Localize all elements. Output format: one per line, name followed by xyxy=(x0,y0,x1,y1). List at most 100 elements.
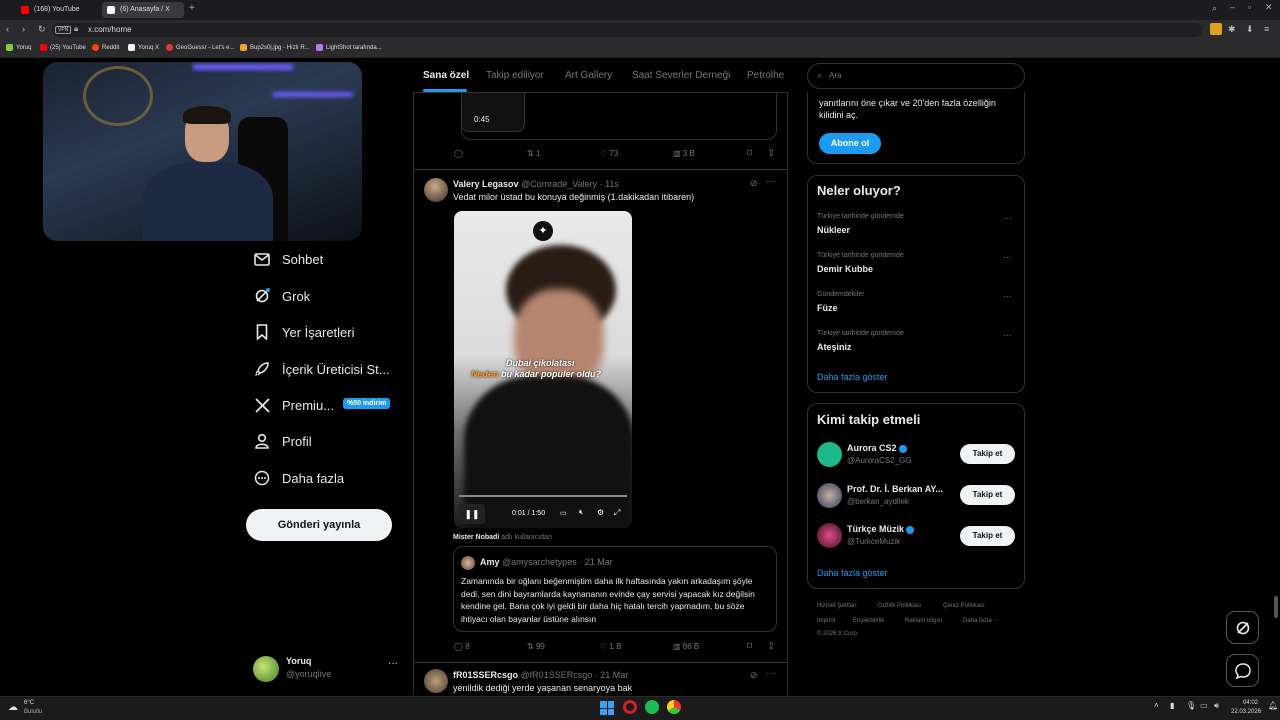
more-icon[interactable]: ··· xyxy=(1003,213,1012,223)
more-icon[interactable]: ··· xyxy=(1003,291,1012,301)
author-name[interactable]: fR01SSERcsgo xyxy=(453,670,518,680)
more-icon[interactable]: ··· xyxy=(766,668,776,679)
quoted-post[interactable]: Amy @amysarchetypes · 21 Mar Zamanında b… xyxy=(453,546,777,632)
more-icon[interactable]: ··· xyxy=(766,176,776,187)
views-button[interactable]: ▥ 3 B xyxy=(673,149,695,158)
sidebar-item-grok[interactable]: Grok xyxy=(253,284,310,308)
share-icon[interactable]: ⇪ xyxy=(767,148,775,159)
messages-float-button[interactable] xyxy=(1226,654,1259,687)
like-button[interactable]: ♡ 1 B xyxy=(600,642,621,651)
video-player[interactable]: ✦ Dubai çikolatası Neden bu kadar popüle… xyxy=(454,211,632,528)
video-progress-track[interactable] xyxy=(459,495,627,497)
ai-sparkle-icon[interactable]: ✦ xyxy=(533,221,553,241)
back-icon[interactable]: ‹ xyxy=(6,24,9,34)
bookmark-icon[interactable]: ⌑ xyxy=(747,641,752,652)
more-icon[interactable]: ··· xyxy=(1003,330,1012,340)
downloads-icon[interactable]: ⬇ xyxy=(1246,24,1254,35)
bookmark-item[interactable]: Bup2s0j.jpg - Hızlı R... xyxy=(240,44,310,51)
sidebar-item-creator-studio[interactable]: İçerik Üreticisi St... xyxy=(253,357,390,381)
weather-desc[interactable]: Bulutlu xyxy=(24,709,42,715)
address-bar[interactable]: VPN 🔒︎ x.com/home xyxy=(52,23,1202,37)
tab-following[interactable]: Takip ediliyor xyxy=(486,70,544,81)
more-icon[interactable]: ··· xyxy=(388,658,398,669)
close-window-button[interactable]: ✕ xyxy=(1265,2,1273,13)
fullscreen-icon[interactable]: ⤢ xyxy=(614,508,620,518)
repost-button[interactable]: ⇅ 99 xyxy=(527,642,545,651)
new-tab-button[interactable]: + xyxy=(189,3,195,14)
menu-icon[interactable]: ≡ xyxy=(1264,24,1269,34)
chrome-icon[interactable] xyxy=(667,700,681,714)
author-handle[interactable]: @fR01SSERcsgo xyxy=(521,670,593,680)
weather-temp[interactable]: 6°C xyxy=(24,700,34,706)
tab-petrolhead[interactable]: Petrolhe xyxy=(747,70,784,81)
sidebar-item-profile[interactable]: Profil xyxy=(253,429,312,453)
follow-button[interactable]: Takip et xyxy=(960,444,1015,464)
url-text[interactable]: x.com/home xyxy=(88,25,132,34)
volume-icon[interactable]: 🔊︎ xyxy=(1214,701,1219,711)
captions-icon[interactable]: ▭ xyxy=(560,509,567,517)
trend-item[interactable]: Füze xyxy=(817,303,838,313)
bookmark-item[interactable]: Yoruq X xyxy=(128,44,159,51)
previous-video-thumbnail[interactable]: 0:45 xyxy=(461,93,525,132)
bookmark-item[interactable]: GeoGuessr - Let's e... xyxy=(166,44,235,51)
like-button[interactable]: ♡ 73 xyxy=(600,149,618,158)
grok-icon[interactable]: ⊘ xyxy=(750,670,758,681)
suggested-account-name[interactable]: Türkçe Müzik xyxy=(847,524,915,534)
footer-link[interactable]: Hizmet Şartları xyxy=(817,603,857,609)
search-box[interactable]: ⌕ Ara xyxy=(807,63,1025,89)
tab-youtube[interactable]: (168) YouTube xyxy=(16,2,100,18)
avatar[interactable] xyxy=(424,178,448,202)
account-switcher[interactable]: Yoruq @yoruqlive ··· xyxy=(253,654,403,684)
post-time[interactable]: · 11s xyxy=(600,179,619,189)
footer-link[interactable]: Erişilebilirlik xyxy=(853,618,884,624)
search-input[interactable]: Ara xyxy=(829,71,841,80)
follow-button[interactable]: Takip et xyxy=(960,485,1015,505)
settings-icon[interactable]: ⚙ xyxy=(597,508,604,517)
grok-float-button[interactable] xyxy=(1226,611,1259,644)
subscribe-button[interactable]: Abone ol xyxy=(819,133,881,154)
author-name[interactable]: Valery Legasov xyxy=(453,179,519,189)
sidebar-item-bookmarks[interactable]: Yer İşaretleri xyxy=(253,320,355,344)
avatar[interactable] xyxy=(817,523,842,548)
spotify-icon[interactable] xyxy=(645,700,659,714)
avatar[interactable] xyxy=(424,669,448,693)
tab-art-gallery[interactable]: Art Gallery xyxy=(565,70,612,81)
minimize-button[interactable]: – xyxy=(1230,2,1235,12)
bookmark-icon[interactable]: ⌑ xyxy=(747,148,752,159)
post-button[interactable]: Gönderi yayınla xyxy=(246,509,392,541)
bookmark-item[interactable]: Reddit xyxy=(92,44,119,51)
mute-icon[interactable]: 🔇︎ xyxy=(579,509,583,517)
clock-time[interactable]: 04:02 xyxy=(1243,700,1258,706)
share-icon[interactable]: ⇪ xyxy=(767,641,775,652)
tab-saat-severler[interactable]: Saat Severler Derneği xyxy=(632,70,730,81)
suggested-account-name[interactable]: Aurora CS2 xyxy=(847,443,907,453)
reload-icon[interactable]: ↻ xyxy=(38,24,46,35)
maximize-button[interactable]: ▫ xyxy=(1248,2,1251,12)
pause-button[interactable]: ❚❚ xyxy=(459,504,485,524)
avatar[interactable] xyxy=(817,442,842,467)
footer-link[interactable]: Reklam bilgisi xyxy=(905,618,942,624)
post-time[interactable]: · 21 Mar xyxy=(595,670,629,680)
avatar[interactable] xyxy=(817,483,842,508)
sidebar-item-more[interactable]: Daha fazla xyxy=(253,466,344,490)
repost-button[interactable]: ⇅ 1 xyxy=(527,149,540,158)
footer-link[interactable]: Gizlilik Politikası xyxy=(878,603,921,609)
extensions-icon[interactable]: ✱ xyxy=(1228,24,1236,35)
start-button[interactable] xyxy=(600,701,614,715)
more-icon[interactable]: ··· xyxy=(1003,252,1012,262)
grok-icon[interactable]: ⊘ xyxy=(750,178,758,189)
trend-item[interactable]: Ateşiniz xyxy=(817,342,852,352)
bookmark-item[interactable]: LightShot tarafında... xyxy=(316,44,382,51)
footer-link[interactable]: Daha fazla ··· xyxy=(963,618,999,624)
forward-icon[interactable]: › xyxy=(22,24,25,34)
tray-app-icon[interactable]: ▮ xyxy=(1170,701,1174,710)
extension-icon[interactable] xyxy=(1210,23,1222,35)
who-to-follow-show-more[interactable]: Daha fazla göster xyxy=(817,568,888,578)
trend-item[interactable]: Nükleer xyxy=(817,225,850,235)
tab-for-you[interactable]: Sana özel xyxy=(423,70,469,81)
network-icon[interactable]: ▭ xyxy=(1200,701,1208,710)
bookmark-item[interactable]: Yoruq xyxy=(6,44,31,51)
window-search-icon[interactable]: ⌕ xyxy=(1212,3,1217,14)
sidebar-item-premium[interactable]: Premiu... xyxy=(253,393,334,417)
tab-x-home[interactable]: (6) Anasayfa / X xyxy=(102,2,184,18)
